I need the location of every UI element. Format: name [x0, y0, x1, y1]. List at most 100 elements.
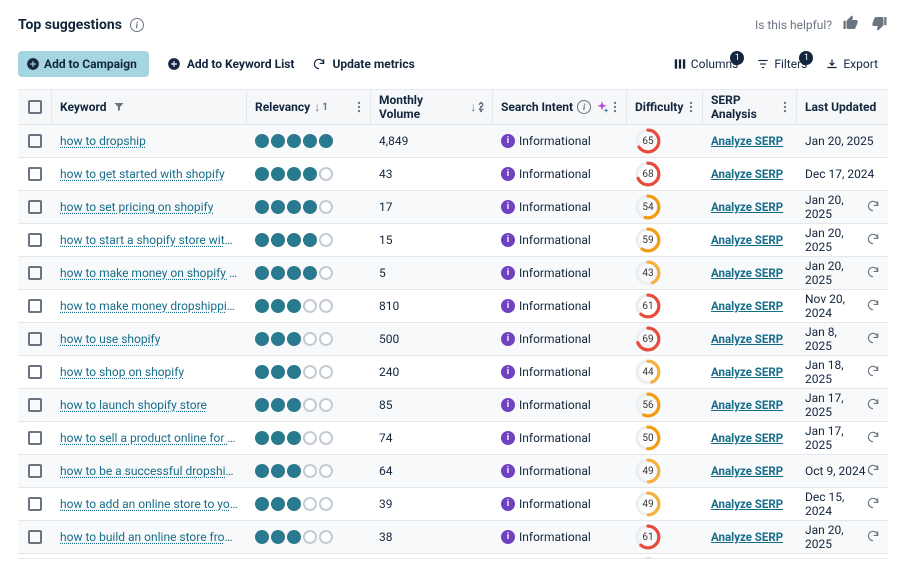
- kebab-icon[interactable]: [778, 100, 792, 114]
- columns-icon: [673, 57, 687, 71]
- row-checkbox[interactable]: [28, 497, 42, 511]
- col-header-keyword[interactable]: Keyword: [52, 90, 247, 124]
- relevancy-dots: [255, 365, 333, 379]
- analyze-serp-link[interactable]: Analyze SERP: [711, 200, 783, 214]
- refresh-icon[interactable]: [866, 232, 880, 249]
- columns-badge: 1: [730, 51, 744, 65]
- relevancy-dots: [255, 431, 333, 445]
- keyword-link[interactable]: how to make money on shopify 2018: [60, 266, 239, 280]
- add-to-campaign-button[interactable]: Add to Campaign: [18, 51, 149, 77]
- refresh-icon[interactable]: [866, 199, 880, 216]
- row-checkbox[interactable]: [28, 266, 42, 280]
- col-header-serp: SERP Analysis: [703, 90, 797, 124]
- update-metrics-button[interactable]: Update metrics: [312, 57, 414, 71]
- refresh-icon[interactable]: [866, 529, 880, 546]
- info-badge-icon: i: [501, 332, 515, 346]
- monthly-volume: 74: [371, 422, 493, 454]
- table-row: how to sell a product online for free 74 i…: [18, 422, 888, 455]
- keyword-link[interactable]: how to be a successful dropshipper: [60, 464, 239, 478]
- last-updated: Dec 15, 2024: [805, 490, 866, 518]
- keyword-link[interactable]: how to make money dropshipping: [60, 299, 239, 313]
- thumbs-down-icon[interactable]: [870, 14, 888, 35]
- plus-circle-icon: [26, 57, 40, 71]
- analyze-serp-link[interactable]: Analyze SERP: [711, 233, 783, 247]
- last-updated: Jan 20, 2025: [805, 523, 866, 551]
- keyword-link[interactable]: how to shop on shopify: [60, 365, 184, 379]
- row-checkbox[interactable]: [28, 365, 42, 379]
- analyze-serp-link[interactable]: Analyze SERP: [711, 398, 783, 412]
- col-header-updated: Last Updated: [797, 90, 888, 124]
- search-intent: iInformational: [501, 431, 591, 445]
- col-header-difficulty[interactable]: Difficulty: [627, 90, 703, 124]
- refresh-icon[interactable]: [866, 331, 880, 348]
- table-row: how to shop on shopify240iInformational4…: [18, 356, 888, 389]
- row-checkbox[interactable]: [28, 398, 42, 412]
- relevancy-dots: [255, 299, 333, 313]
- refresh-icon[interactable]: [866, 265, 880, 282]
- refresh-icon[interactable]: [866, 463, 880, 480]
- relevancy-dots: [255, 530, 333, 544]
- row-checkbox[interactable]: [28, 299, 42, 313]
- row-checkbox[interactable]: [28, 431, 42, 445]
- refresh-icon[interactable]: [866, 298, 880, 315]
- analyze-serp-link[interactable]: Analyze SERP: [711, 134, 783, 148]
- row-checkbox[interactable]: [28, 530, 42, 544]
- info-icon[interactable]: i: [130, 18, 144, 32]
- search-intent: iInformational: [501, 233, 591, 247]
- analyze-serp-link[interactable]: Analyze SERP: [711, 530, 783, 544]
- col-header-intent[interactable]: Search Intent i: [493, 90, 627, 124]
- analyze-serp-link[interactable]: Analyze SERP: [711, 167, 783, 181]
- kebab-icon[interactable]: [474, 100, 488, 114]
- refresh-icon[interactable]: [866, 430, 880, 447]
- info-icon[interactable]: i: [577, 100, 591, 114]
- add-to-keyword-list-button[interactable]: Add to Keyword List: [167, 57, 295, 71]
- keyword-link[interactable]: how to start a shopify store with no mon…: [60, 233, 239, 247]
- row-checkbox[interactable]: [28, 167, 42, 181]
- relevancy-dots: [255, 134, 333, 148]
- keyword-link[interactable]: how to get started with shopify: [60, 167, 225, 181]
- refresh-icon[interactable]: [866, 397, 880, 414]
- table-row: how to dropship4,849iInformational65Anal…: [18, 125, 888, 158]
- col-header-volume[interactable]: Monthly Volume ↓2: [371, 90, 493, 124]
- analyze-serp-link[interactable]: Analyze SERP: [711, 266, 783, 280]
- thumbs-up-icon[interactable]: [842, 14, 860, 35]
- keyword-link[interactable]: how to dropship: [60, 134, 146, 148]
- kebab-icon[interactable]: [352, 100, 366, 114]
- monthly-volume: 64: [371, 455, 493, 487]
- keyword-link[interactable]: how to sell a product online for free: [60, 431, 239, 445]
- columns-button[interactable]: Columns 1: [673, 57, 739, 71]
- difficulty-ring: 69: [635, 326, 661, 352]
- keyword-link[interactable]: how to add an online store to your websi…: [60, 497, 239, 511]
- last-updated: Nov 20, 2024: [805, 292, 866, 320]
- refresh-icon[interactable]: [866, 364, 880, 381]
- kebab-icon[interactable]: [608, 100, 622, 114]
- keyword-link[interactable]: how to build an online store from scratc…: [60, 530, 239, 544]
- analyze-serp-link[interactable]: Analyze SERP: [711, 365, 783, 379]
- select-all-checkbox[interactable]: [28, 100, 42, 114]
- row-checkbox[interactable]: [28, 464, 42, 478]
- info-badge-icon: i: [501, 299, 515, 313]
- analyze-serp-link[interactable]: Analyze SERP: [711, 332, 783, 346]
- row-checkbox[interactable]: [28, 332, 42, 346]
- export-button[interactable]: Export: [825, 57, 878, 71]
- refresh-icon[interactable]: [866, 496, 880, 513]
- monthly-volume: 810: [371, 290, 493, 322]
- col-header-relevancy[interactable]: Relevancy ↓1: [247, 90, 371, 124]
- analyze-serp-link[interactable]: Analyze SERP: [711, 299, 783, 313]
- analyze-serp-link[interactable]: Analyze SERP: [711, 431, 783, 445]
- keyword-link[interactable]: how to use shopify: [60, 332, 160, 346]
- analyze-serp-link[interactable]: Analyze SERP: [711, 497, 783, 511]
- relevancy-dots: [255, 332, 333, 346]
- analyze-serp-link[interactable]: Analyze SERP: [711, 464, 783, 478]
- keyword-link[interactable]: how to set pricing on shopify: [60, 200, 213, 214]
- info-badge-icon: i: [501, 365, 515, 379]
- row-checkbox[interactable]: [28, 200, 42, 214]
- row-checkbox[interactable]: [28, 134, 42, 148]
- table-row: how to make money on shopify 20185iInfor…: [18, 257, 888, 290]
- difficulty-ring: 43: [635, 260, 661, 286]
- kebab-icon[interactable]: [684, 100, 698, 114]
- difficulty-ring: 50: [635, 425, 661, 451]
- filters-button[interactable]: Filters 1: [756, 57, 807, 71]
- row-checkbox[interactable]: [28, 233, 42, 247]
- keyword-link[interactable]: how to launch shopify store: [60, 398, 207, 412]
